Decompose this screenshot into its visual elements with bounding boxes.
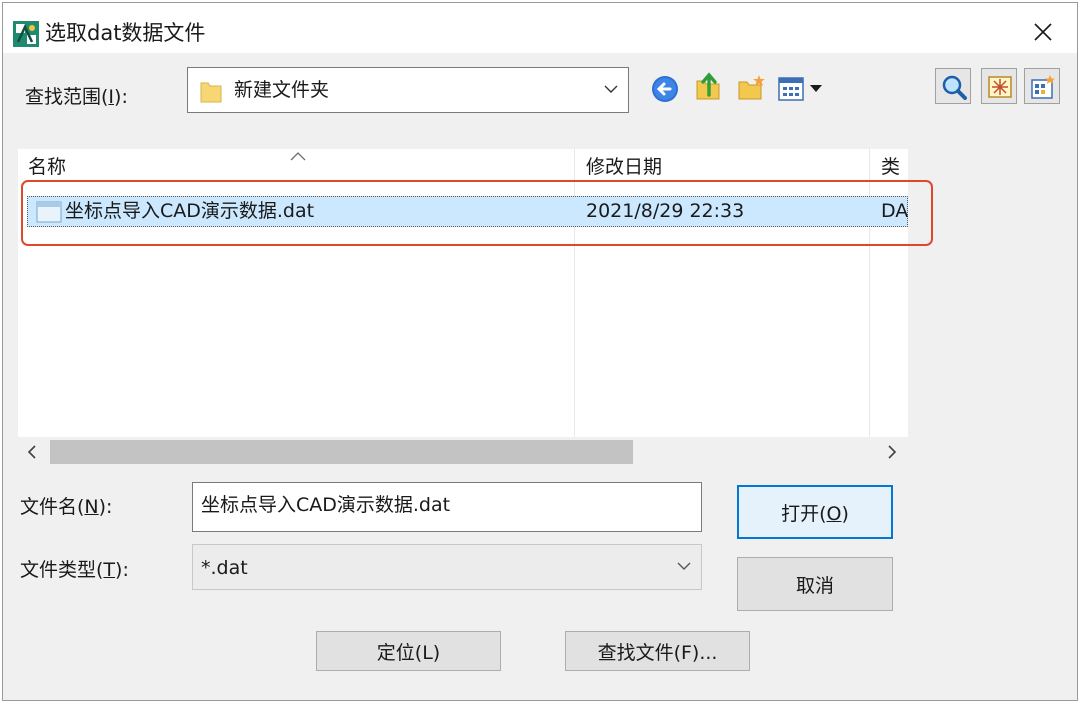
scroll-right-icon[interactable] xyxy=(886,444,898,460)
column-header-type[interactable]: 类 xyxy=(881,149,900,185)
look-in-label: 查找范围(I): xyxy=(25,86,128,108)
close-icon xyxy=(1034,23,1052,41)
back-arrow-icon[interactable] xyxy=(650,74,680,104)
new-folder-icon[interactable] xyxy=(737,73,767,103)
file-list[interactable]: 名称 修改日期 类 坐标点导入CAD演示数据.dat 2021/8/29 22:… xyxy=(18,149,908,437)
magnifier-icon xyxy=(942,75,967,100)
search-tool-button[interactable] xyxy=(935,68,971,104)
file-name-value: 坐标点导入CAD演示数据.dat xyxy=(201,494,451,516)
scroll-left-icon[interactable] xyxy=(26,444,38,460)
open-button[interactable]: 打开(O) xyxy=(737,485,893,539)
scrollbar-thumb[interactable] xyxy=(50,440,633,464)
view-menu-button[interactable] xyxy=(778,75,828,103)
look-in-combo[interactable]: 新建文件夹 xyxy=(187,67,629,113)
select-initial-tool-button[interactable] xyxy=(1024,68,1060,104)
chevron-down-icon xyxy=(604,85,618,93)
preview-icon xyxy=(988,76,1012,98)
chevron-down-icon xyxy=(677,562,691,570)
file-type-value: *.dat xyxy=(201,557,248,579)
folder-icon xyxy=(200,82,222,103)
column-header-name[interactable]: 名称 xyxy=(28,149,66,185)
cancel-button[interactable]: 取消 xyxy=(737,557,893,611)
horizontal-scrollbar[interactable] xyxy=(18,437,908,467)
select-initial-icon xyxy=(1031,75,1055,99)
file-type-combo[interactable]: *.dat xyxy=(192,544,702,590)
chevron-down-icon xyxy=(810,85,822,92)
look-in-value: 新建文件夹 xyxy=(234,79,330,101)
file-name-cell: 坐标点导入CAD演示数据.dat xyxy=(65,200,315,222)
column-header-modified[interactable]: 修改日期 xyxy=(586,149,662,185)
sort-up-icon xyxy=(290,152,306,161)
file-type-cell: DA xyxy=(881,200,908,222)
file-modified-cell: 2021/8/29 22:33 xyxy=(586,200,745,222)
column-separator xyxy=(869,149,870,437)
preview-tool-button[interactable] xyxy=(981,68,1017,104)
app-logo-icon xyxy=(13,21,39,47)
column-separator xyxy=(574,149,575,437)
window-title: 选取dat数据文件 xyxy=(45,21,206,45)
title-bar: 选取dat数据文件 xyxy=(3,3,1077,53)
up-folder-icon[interactable] xyxy=(693,71,723,101)
close-button[interactable] xyxy=(1023,15,1063,49)
locate-button[interactable]: 定位(L) xyxy=(316,631,501,671)
file-dialog: 选取dat数据文件 查找范围(I): 新建文件夹 名称 修改日期 类 坐标点导入… xyxy=(2,2,1078,701)
file-name-label: 文件名(N): xyxy=(20,496,113,518)
file-type-label: 文件类型(T): xyxy=(20,559,129,581)
dat-file-icon xyxy=(36,201,62,223)
find-file-button[interactable]: 查找文件(F)... xyxy=(565,631,750,671)
view-menu-icon xyxy=(778,77,804,101)
file-name-input[interactable]: 坐标点导入CAD演示数据.dat xyxy=(192,482,702,532)
